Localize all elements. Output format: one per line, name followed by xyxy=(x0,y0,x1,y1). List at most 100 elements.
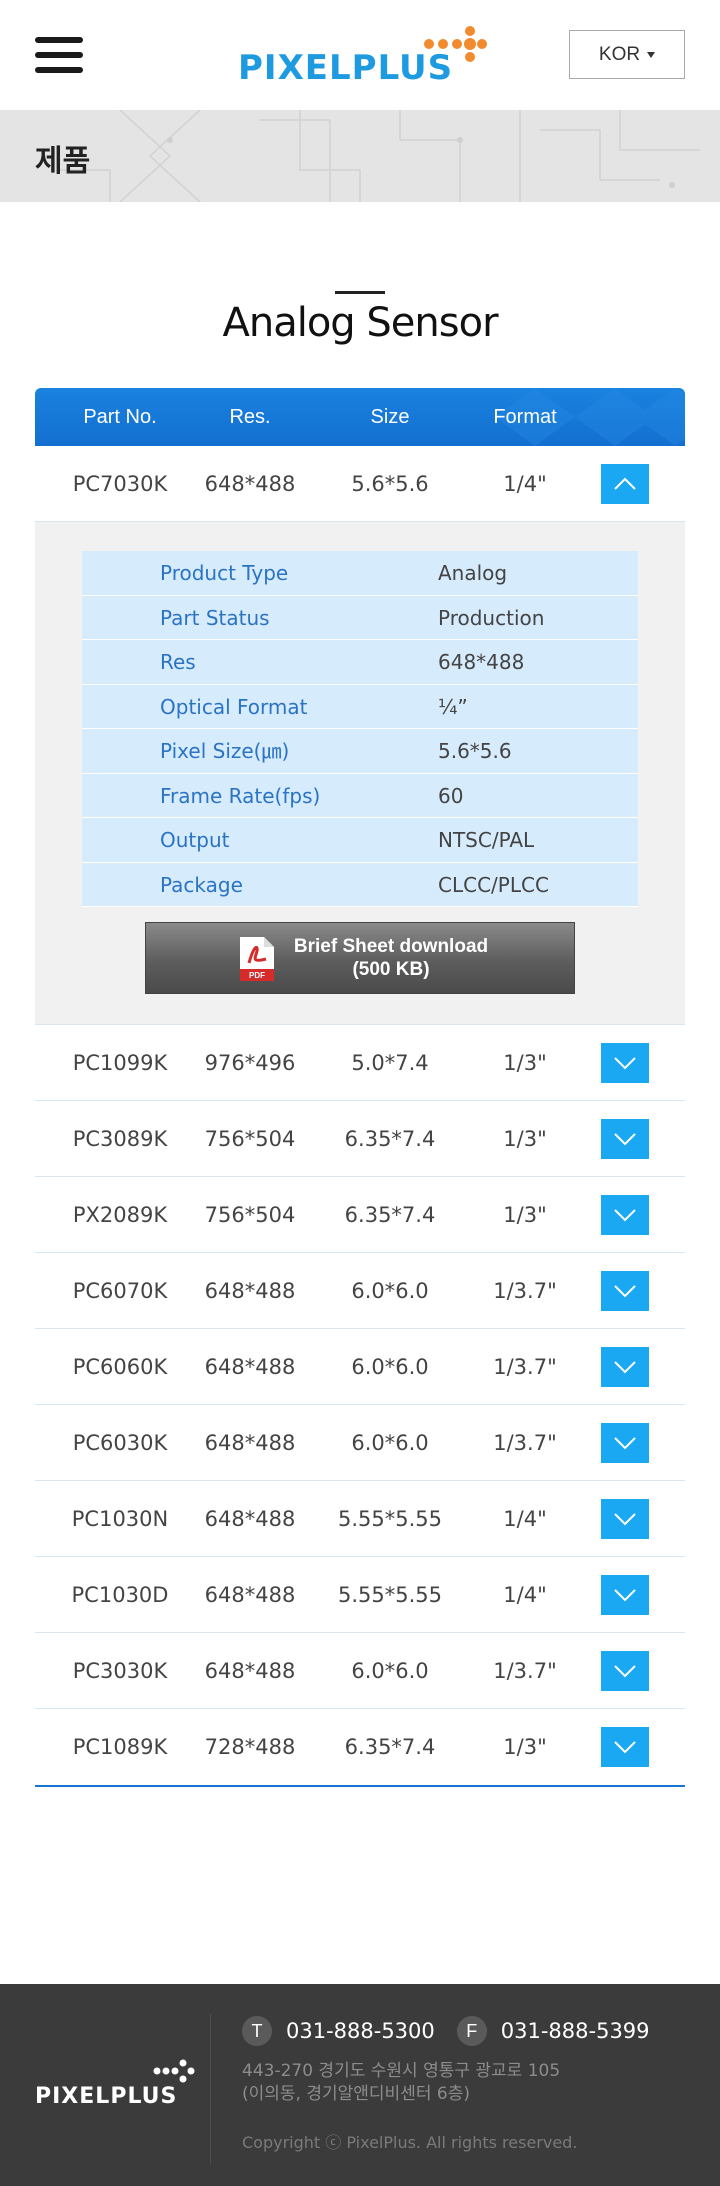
chevron-down-icon xyxy=(614,1209,636,1222)
chevron-down-icon xyxy=(614,1437,636,1450)
format: 1/4" xyxy=(503,472,547,496)
spec-row: Res 648*488 xyxy=(82,640,638,685)
table-row[interactable]: PC1030N 648*488 5.55*5.55 1/4" xyxy=(35,1481,685,1557)
spec-value: 60 xyxy=(438,783,464,808)
download-label: Brief Sheet download (500 KB) xyxy=(286,935,496,981)
title-divider xyxy=(335,291,385,294)
part-no: PC1099K xyxy=(72,1051,168,1075)
table-row[interactable]: PC6060K 648*488 6.0*6.0 1/3.7" xyxy=(35,1329,685,1405)
res: 648*488 xyxy=(204,1583,296,1607)
expand-button[interactable] xyxy=(601,1271,649,1311)
res: 728*488 xyxy=(204,1735,296,1759)
part-no: PC6070K xyxy=(72,1279,168,1303)
size: 6.35*7.4 xyxy=(344,1735,436,1759)
expand-button[interactable] xyxy=(601,1651,649,1691)
expand-button[interactable] xyxy=(601,1423,649,1463)
circuit-pattern xyxy=(60,110,700,202)
address-line-1: 443-270 경기도 수원시 영통구 광교로 105 xyxy=(242,2061,561,2081)
size: 6.0*6.0 xyxy=(351,1431,429,1455)
format: 1/3.7" xyxy=(493,1431,557,1455)
res: 648*488 xyxy=(204,1431,296,1455)
collapse-button[interactable] xyxy=(601,464,649,504)
copyright: Copyright ⓒ PixelPlus. All rights reserv… xyxy=(242,2133,578,2152)
format: 1/3" xyxy=(503,1051,547,1075)
expand-button[interactable] xyxy=(601,1043,649,1083)
address-line-2: (이의동, 경기알앤디비센터 6층) xyxy=(242,2084,470,2104)
product-detail-panel: Product Type Analog Part Status Production… xyxy=(35,522,685,1025)
table-row[interactable]: PC6030K 648*488 6.0*6.0 1/3.7" xyxy=(35,1405,685,1481)
size: 6.35*7.4 xyxy=(344,1203,436,1227)
format: 1/4" xyxy=(503,1507,547,1531)
footer-contact: T 031-888-5300 F 031-888-5399 xyxy=(242,2014,672,2048)
table-row[interactable]: PC6070K 648*488 6.0*6.0 1/3.7" xyxy=(35,1253,685,1329)
phone-number[interactable]: 031-888-5300 xyxy=(286,2019,435,2043)
format: 1/4" xyxy=(503,1583,547,1607)
spec-key: Output xyxy=(160,828,230,852)
logo-text: PIXELPLUS xyxy=(238,48,454,88)
site-footer: PIXELPLUS T 031-888-5300 F 031-888-5399 … xyxy=(0,1984,720,2186)
res: 648*488 xyxy=(204,1507,296,1531)
table-header: Part No. Res. Size Format xyxy=(35,388,685,446)
table-row[interactable]: PC1089K 728*488 6.35*7.4 1/3" xyxy=(35,1709,685,1785)
expand-button[interactable] xyxy=(601,1727,649,1767)
res: 648*488 xyxy=(204,1659,296,1683)
page-banner: 제품 xyxy=(0,110,720,202)
format: 1/3" xyxy=(503,1203,547,1227)
menu-icon[interactable] xyxy=(35,37,83,73)
header-part-no: Part No. xyxy=(83,406,157,428)
part-no: PC1030D xyxy=(71,1583,169,1607)
expand-button[interactable] xyxy=(601,1499,649,1539)
size: 6.0*6.0 xyxy=(351,1279,429,1303)
res: 648*488 xyxy=(204,472,296,496)
res: 976*496 xyxy=(204,1051,296,1075)
part-no: PC1089K xyxy=(72,1735,168,1759)
site-header: PIXELPLUS KOR xyxy=(0,0,720,110)
chevron-down-icon xyxy=(614,1513,636,1526)
part-no: PC1030N xyxy=(71,1507,169,1531)
spec-row: Pixel Size(㎛) 5.6*5.6 xyxy=(82,729,638,774)
expand-button[interactable] xyxy=(601,1119,649,1159)
size: 5.0*7.4 xyxy=(351,1051,429,1075)
spec-row: Frame Rate(fps) 60 xyxy=(82,773,638,818)
expand-button[interactable] xyxy=(601,1575,649,1615)
spec-key: Product Type xyxy=(160,561,289,585)
footer-address: 443-270 경기도 수원시 영통구 광교로 105 (이의동, 경기알앤디비… xyxy=(242,2060,662,2106)
spec-row: Optical Format ¼” xyxy=(82,684,638,729)
logo-dots-icon xyxy=(153,2059,195,2083)
res: 648*488 xyxy=(204,1279,296,1303)
spec-key: Part Status xyxy=(160,605,270,630)
table-row[interactable]: PC3089K 756*504 6.35*7.4 1/3" xyxy=(35,1101,685,1177)
caret-down-icon xyxy=(647,51,656,58)
spec-value: CLCC/PLCC xyxy=(438,872,549,897)
spec-value: Analog xyxy=(438,561,508,585)
fax-number: 031-888-5399 xyxy=(500,2019,650,2043)
table-row[interactable]: PC3030K 648*488 6.0*6.0 1/3.7" xyxy=(35,1633,685,1709)
chevron-down-icon xyxy=(614,1057,636,1070)
table-bottom-border xyxy=(35,1785,685,1787)
spec-row: Package CLCC/PLCC xyxy=(82,862,638,907)
res: 648*488 xyxy=(204,1355,296,1379)
header-format: Format xyxy=(493,406,557,428)
table-row[interactable]: PX2089K 756*504 6.35*7.4 1/3" xyxy=(35,1177,685,1253)
chevron-down-icon xyxy=(614,1285,636,1298)
chevron-down-icon xyxy=(614,1589,636,1602)
table-row[interactable]: PC1030D 648*488 5.55*5.55 1/4" xyxy=(35,1557,685,1633)
brief-sheet-download-button[interactable]: PDF Brief Sheet download (500 KB) xyxy=(145,922,575,994)
res: 756*504 xyxy=(204,1203,296,1227)
table-row-expanded[interactable]: PC7030K 648*488 5.6*5.6 1/4" xyxy=(35,446,685,522)
language-select[interactable]: KOR xyxy=(569,30,685,79)
download-label-line1: Brief Sheet download xyxy=(293,936,489,957)
spec-key: Frame Rate(fps) xyxy=(160,783,321,808)
res: 756*504 xyxy=(204,1127,296,1151)
format: 1/3" xyxy=(503,1735,547,1759)
format: 1/3.7" xyxy=(493,1355,557,1379)
pixelplus-logo[interactable]: PIXELPLUS xyxy=(238,22,488,88)
expand-button[interactable] xyxy=(601,1195,649,1235)
table-row[interactable]: PC1099K 976*496 5.0*7.4 1/3" xyxy=(35,1025,685,1101)
spec-value: ¼” xyxy=(438,694,468,719)
page-title: 제품 xyxy=(35,144,91,179)
expand-button[interactable] xyxy=(601,1347,649,1387)
part-no: PC7030K xyxy=(72,472,168,496)
fax-icon: F xyxy=(456,2016,487,2046)
footer-divider xyxy=(210,2014,211,2164)
